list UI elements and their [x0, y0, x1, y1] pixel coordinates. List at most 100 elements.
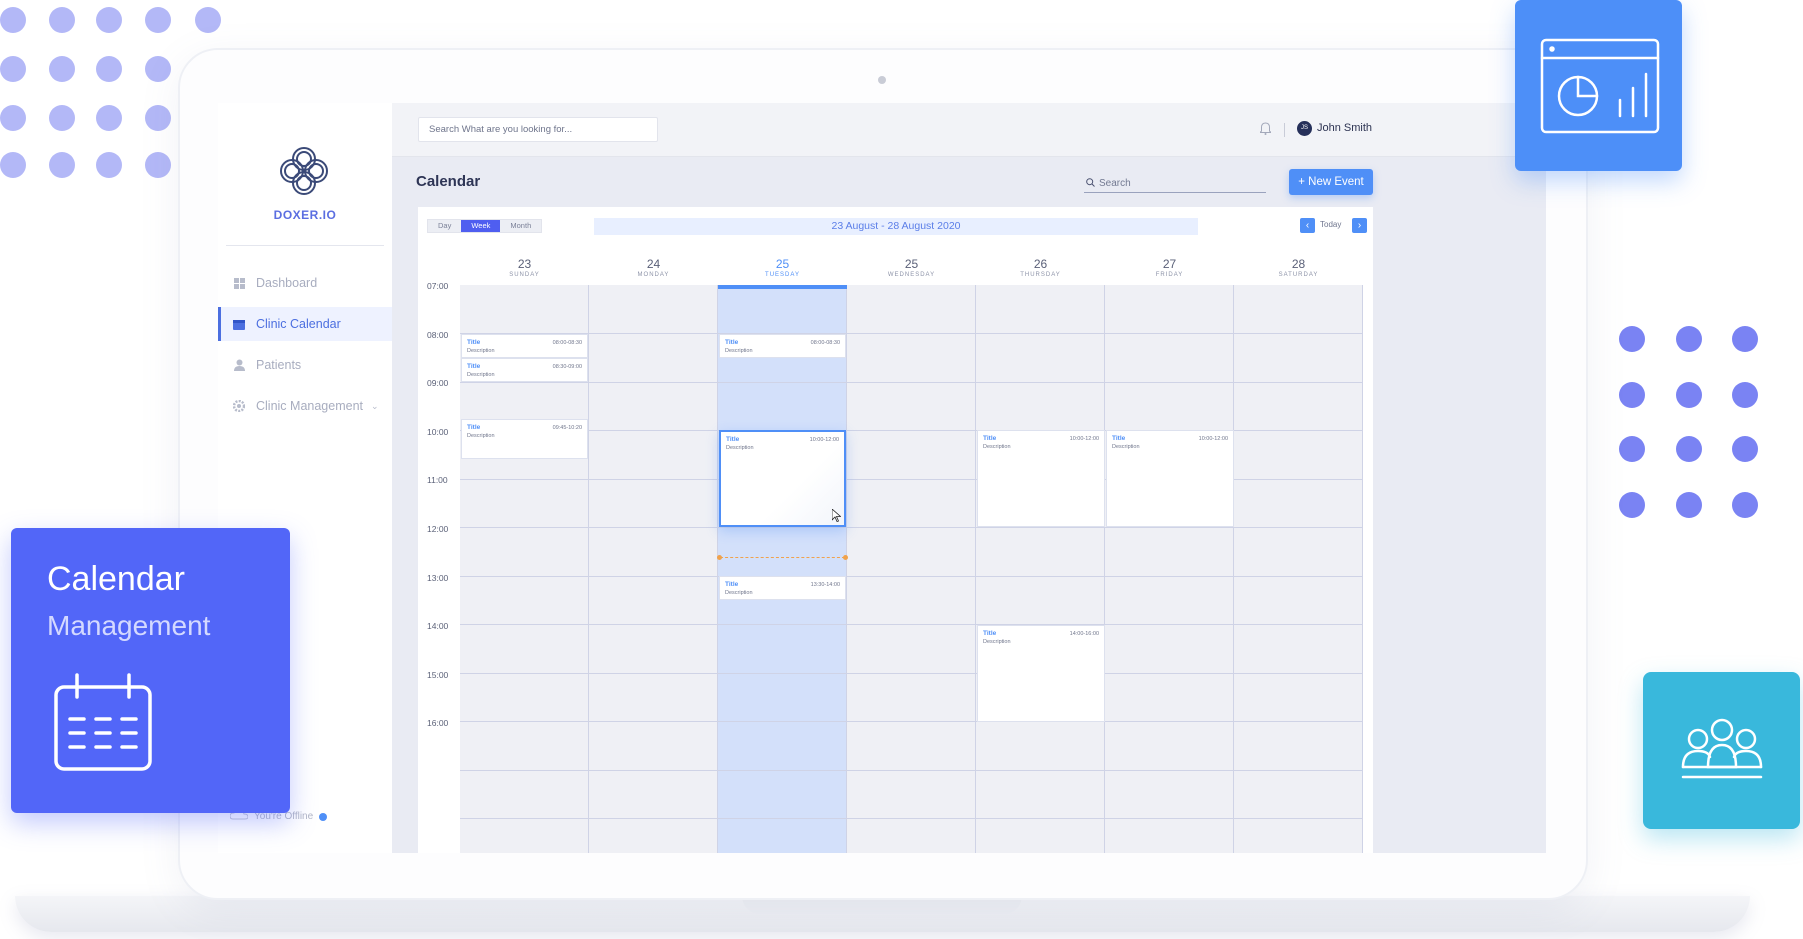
chevron-down-icon: ⌄ [371, 400, 379, 411]
calendar-management-card: Calendar Management [11, 528, 290, 813]
hour-line [460, 527, 1363, 528]
hour-line [460, 576, 1363, 577]
cursor-icon [831, 508, 842, 527]
calendar-event[interactable]: Title Description 10:00-12:00 [977, 430, 1105, 527]
gear-icon [232, 399, 246, 413]
calendar-icon [232, 317, 246, 331]
day-column[interactable] [1234, 285, 1363, 853]
day-header: 23 SUNDAY [460, 257, 589, 278]
bell-icon[interactable] [1258, 122, 1273, 140]
time-label: 09:00 [427, 378, 449, 388]
day-number: 26 [1033, 257, 1048, 271]
sidebar-item-label: Dashboard [256, 276, 318, 290]
calendar-event[interactable]: Title Description 10:00-12:00 [1106, 430, 1234, 527]
day-number: 23 [517, 257, 532, 271]
prev-week-button[interactable]: ‹ [1300, 218, 1315, 233]
event-description: Description [725, 348, 753, 354]
new-event-button[interactable]: + New Event [1289, 169, 1373, 195]
day-header: 28 SATURDAY [1234, 257, 1363, 278]
patients-card [1643, 672, 1800, 829]
avatar[interactable]: JS [1297, 121, 1312, 136]
calendar-search-input[interactable]: Search [1084, 175, 1266, 193]
time-label: 16:00 [427, 718, 449, 728]
day-name: THURSDAY [1020, 272, 1061, 278]
camera-dot [878, 76, 886, 84]
hour-line [460, 770, 1363, 771]
sidebar-item-clinic-management[interactable]: Clinic Management ⌄ [218, 389, 392, 423]
time-label: 07:00 [427, 281, 449, 291]
top-bar: Search What are you looking for... JS Jo… [392, 103, 1546, 157]
day-name: FRIDAY [1155, 272, 1184, 278]
event-time: 13:30-14:00 [810, 582, 840, 588]
event-description: Description [1112, 444, 1140, 450]
event-description: Description [467, 372, 495, 378]
hour-line [460, 382, 1363, 383]
day-column[interactable] [1105, 285, 1234, 853]
calendar-event[interactable]: Title Description 14:00-16:00 [977, 625, 1105, 722]
day-number: 28 [1291, 257, 1306, 271]
event-description: Description [467, 348, 495, 354]
day-header: 27 FRIDAY [1105, 257, 1234, 278]
global-search-input[interactable]: Search What are you looking for... [418, 117, 658, 142]
event-description: Description [725, 590, 753, 596]
promo-title: Calendar [47, 560, 185, 598]
day-header: 24 MONDAY [589, 257, 718, 278]
view-day-button[interactable]: Day [428, 220, 461, 232]
calendar-event[interactable]: Title Description 08:30-09:00 [461, 358, 588, 382]
app-screen: DOXER.IO Dashboard Clinic Calendar Patie… [218, 103, 1546, 853]
promo-subtitle: Management [47, 610, 211, 641]
event-time: 10:00-12:00 [809, 437, 839, 443]
calendar-event[interactable]: Title Description 09:45-10:20 [461, 419, 588, 459]
sidebar-item-dashboard[interactable]: Dashboard [218, 266, 392, 300]
day-header: 26 THURSDAY [976, 257, 1105, 278]
current-time-line [720, 557, 845, 558]
day-column[interactable] [976, 285, 1105, 853]
sidebar-item-patients[interactable]: Patients [218, 348, 392, 382]
calendar-event[interactable]: Title Description 08:00-08:30 [719, 334, 846, 358]
week-grid[interactable]: Title Description 08:00-08:30 Title Desc… [460, 285, 1363, 853]
hour-line [460, 333, 1363, 334]
today-indicator [718, 285, 847, 289]
day-header-today: 25 TUESDAY [718, 257, 847, 278]
calendar-panel: Day Week Month 23 August - 28 August 202… [418, 207, 1373, 853]
day-header: 25 WEDNESDAY [847, 257, 976, 278]
event-time: 08:30-09:00 [552, 364, 582, 370]
today-button[interactable]: Today [1320, 220, 1341, 229]
day-name: TUESDAY [765, 272, 800, 278]
info-icon[interactable] [319, 812, 328, 821]
page-title: Calendar [416, 173, 481, 190]
calendar-icon [53, 673, 153, 778]
person-icon [232, 358, 246, 372]
topbar-divider [1284, 123, 1285, 137]
day-number: 24 [646, 257, 661, 271]
day-number: 25 [775, 257, 790, 271]
day-name: WEDNESDAY [887, 272, 936, 278]
event-description: Description [726, 445, 754, 451]
view-toggle: Day Week Month [427, 219, 543, 233]
calendar-event[interactable]: Title Description 08:00-08:30 [461, 334, 588, 358]
sidebar-item-clinic-calendar[interactable]: Clinic Calendar [218, 307, 392, 341]
view-month-button[interactable]: Month [500, 220, 541, 232]
day-name: MONDAY [637, 272, 670, 278]
time-label: 14:00 [427, 621, 449, 631]
user-name[interactable]: John Smith [1317, 122, 1372, 134]
calendar-event[interactable]: Title Description 13:30-14:00 [719, 576, 846, 600]
event-description: Description [983, 444, 1011, 450]
time-label: 11:00 [427, 475, 448, 485]
time-label: 12:00 [427, 524, 449, 534]
day-column[interactable] [589, 285, 718, 853]
event-time: 09:45-10:20 [552, 425, 582, 431]
day-column-today[interactable] [718, 285, 847, 853]
current-time-dot [717, 555, 722, 560]
day-number: 27 [1162, 257, 1177, 271]
group-users-icon [1681, 717, 1763, 788]
calendar-event-selected[interactable]: Title Description 10:00-12:00 [719, 430, 846, 527]
day-column[interactable] [847, 285, 976, 853]
date-range-label: 23 August - 28 August 2020 [594, 218, 1198, 235]
view-week-button[interactable]: Week [461, 220, 501, 232]
chevron-left-icon: ‹ [1305, 220, 1310, 231]
dashboard-icon [232, 276, 246, 290]
next-week-button[interactable]: › [1352, 218, 1367, 233]
event-time: 10:00-12:00 [1069, 436, 1099, 442]
event-description: Description [983, 639, 1011, 645]
